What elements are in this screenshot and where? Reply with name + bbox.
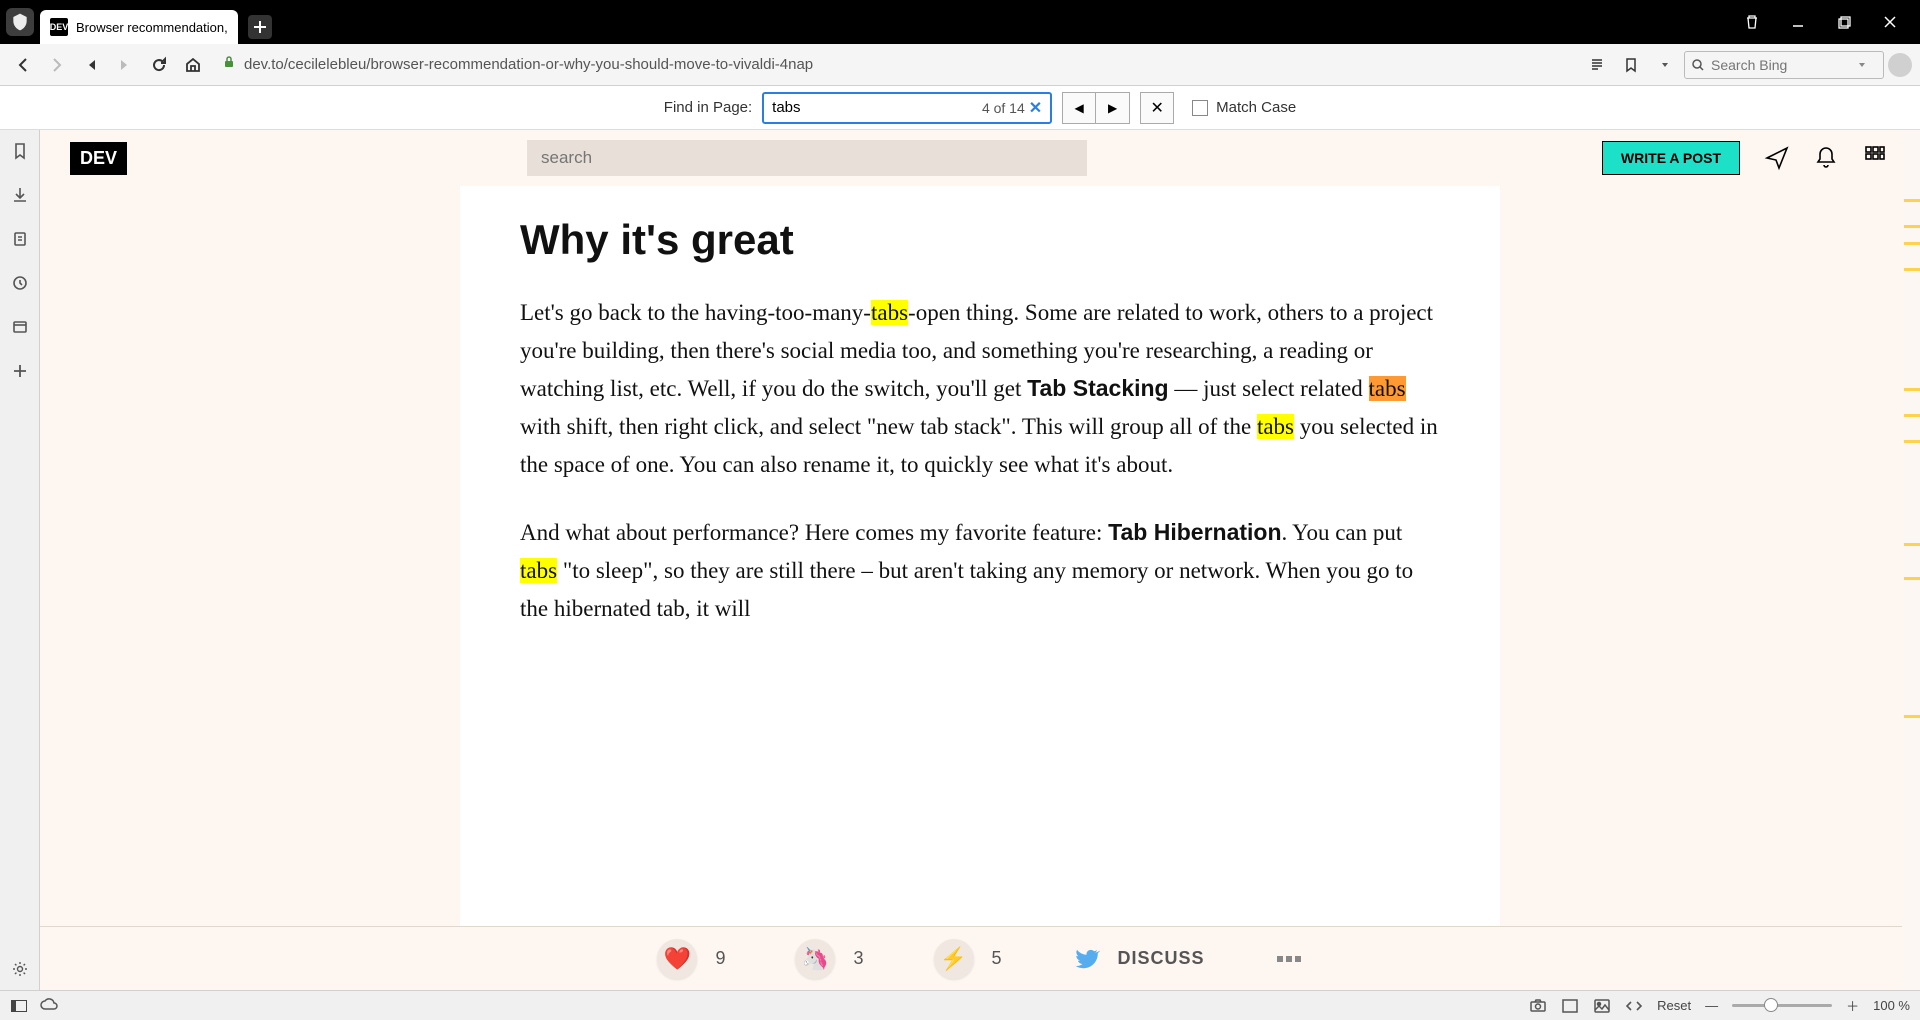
dev-logo[interactable]: DEV <box>70 142 127 175</box>
find-next-button[interactable]: ▶ <box>1096 92 1130 124</box>
forward-button[interactable] <box>42 50 72 80</box>
window-panel-icon[interactable] <box>9 316 31 338</box>
more-options[interactable] <box>1275 954 1303 964</box>
capture-icon[interactable] <box>1529 997 1547 1015</box>
find-clear-button[interactable]: ✕ <box>1029 98 1042 118</box>
bolt-icon: ⚡ <box>934 939 974 979</box>
fast-forward-button[interactable] <box>110 50 140 80</box>
scroll-minimap[interactable] <box>1902 130 1920 990</box>
back-button[interactable] <box>8 50 38 80</box>
tab-favicon-icon: DEV <box>50 18 68 36</box>
bolt-count: 5 <box>992 948 1002 969</box>
dev-search-input[interactable] <box>527 140 1087 176</box>
discuss-label: DISCUSS <box>1118 948 1205 969</box>
new-tab-button[interactable] <box>248 15 272 39</box>
reload-button[interactable] <box>144 50 174 80</box>
maximize-button[interactable] <box>1830 8 1858 36</box>
find-close-button[interactable]: ✕ <box>1140 92 1174 124</box>
bookmarks-panel-icon[interactable] <box>9 140 31 162</box>
article-heading: Why it's great <box>520 216 1440 264</box>
zoom-slider[interactable] <box>1732 1004 1832 1007</box>
side-panel <box>0 130 40 990</box>
navigation-toolbar: dev.to/cecilelebleu/browser-recommendati… <box>0 44 1920 86</box>
find-in-page-bar: Find in Page: 4 of 14 ✕ ◀ ▶ ✕ Match Case <box>0 86 1920 130</box>
find-count: 4 of 14 <box>982 100 1025 116</box>
match-case-checkbox[interactable] <box>1192 100 1208 116</box>
browser-tab[interactable]: DEV Browser recommendation, <box>40 10 238 44</box>
url-text: dev.to/cecilelebleu/browser-recommendati… <box>244 56 813 73</box>
connect-icon[interactable] <box>1764 145 1790 171</box>
close-button[interactable] <box>1876 8 1904 36</box>
zoom-plus-button[interactable]: ＋ <box>1846 996 1859 1015</box>
minimize-button[interactable] <box>1784 8 1812 36</box>
tiling-icon[interactable] <box>1561 997 1579 1015</box>
panel-toggle-button[interactable] <box>10 997 28 1015</box>
zoom-minus-button[interactable]: — <box>1705 998 1718 1013</box>
lock-icon <box>222 55 236 74</box>
engagement-bar: ❤️ 9 🦄 3 ⚡ 5 DISCUSS <box>40 926 1920 990</box>
search-engine-field[interactable] <box>1684 51 1884 79</box>
find-input[interactable] <box>772 99 982 116</box>
find-prev-button[interactable]: ◀ <box>1062 92 1096 124</box>
reader-view-icon[interactable] <box>1582 50 1612 80</box>
history-panel-icon[interactable] <box>9 272 31 294</box>
heart-reaction[interactable]: ❤️ 9 <box>657 939 725 979</box>
bookmark-dropdown-icon[interactable] <box>1650 50 1680 80</box>
vivaldi-logo-icon[interactable] <box>6 8 34 36</box>
chevron-down-icon[interactable] <box>1857 60 1867 70</box>
tab-title: Browser recommendation, <box>76 20 228 35</box>
match-case-label: Match Case <box>1216 99 1296 116</box>
find-label: Find in Page: <box>664 99 752 116</box>
menu-grid-icon[interactable] <box>1864 145 1890 171</box>
twitter-icon <box>1072 945 1100 973</box>
page-content: DEV WRITE A POST Why it's great Let's go… <box>40 130 1920 990</box>
add-panel-icon[interactable] <box>9 360 31 382</box>
match-case-toggle[interactable]: Match Case <box>1192 99 1296 116</box>
title-bar: DEV Browser recommendation, <box>0 0 1920 44</box>
unicorn-count: 3 <box>853 948 863 969</box>
dev-search-wrapper <box>527 140 1087 176</box>
find-input-wrapper: 4 of 14 ✕ <box>762 92 1052 124</box>
bookmark-icon[interactable] <box>1616 50 1646 80</box>
dev-site-header: DEV WRITE A POST <box>40 130 1920 186</box>
address-bar[interactable]: dev.to/cecilelebleu/browser-recommendati… <box>212 50 1578 80</box>
status-bar: Reset — ＋ 100 % <box>0 990 1920 1020</box>
article-paragraph: Let's go back to the having-too-many-tab… <box>520 294 1440 484</box>
article-body: Why it's great Let's go back to the havi… <box>460 186 1500 926</box>
more-icon <box>1275 954 1303 964</box>
heart-count: 9 <box>715 948 725 969</box>
profile-avatar[interactable] <box>1888 53 1912 77</box>
zoom-reset-button[interactable]: Reset <box>1657 998 1691 1013</box>
downloads-panel-icon[interactable] <box>9 184 31 206</box>
bolt-reaction[interactable]: ⚡ 5 <box>934 939 1002 979</box>
search-highlight: tabs <box>1257 414 1294 439</box>
unicorn-reaction[interactable]: 🦄 3 <box>795 939 863 979</box>
search-icon <box>1691 58 1705 72</box>
unicorn-icon: 🦄 <box>795 939 835 979</box>
images-toggle-icon[interactable] <box>1593 997 1611 1015</box>
trash-icon[interactable] <box>1738 8 1766 36</box>
search-highlight: tabs <box>871 300 908 325</box>
sync-icon[interactable] <box>40 997 58 1015</box>
page-actions-icon[interactable] <box>1625 997 1643 1015</box>
settings-panel-icon[interactable] <box>9 958 31 980</box>
zoom-level: 100 % <box>1873 998 1910 1013</box>
heart-icon: ❤️ <box>657 939 697 979</box>
write-post-button[interactable]: WRITE A POST <box>1602 141 1740 175</box>
rewind-button[interactable] <box>76 50 106 80</box>
share-twitter[interactable]: DISCUSS <box>1072 945 1205 973</box>
article-paragraph: And what about performance? Here comes m… <box>520 514 1440 628</box>
notifications-icon[interactable] <box>1814 145 1840 171</box>
search-engine-input[interactable] <box>1711 57 1851 73</box>
search-highlight-active: tabs <box>1369 376 1406 401</box>
search-highlight: tabs <box>520 558 557 583</box>
notes-panel-icon[interactable] <box>9 228 31 250</box>
home-button[interactable] <box>178 50 208 80</box>
